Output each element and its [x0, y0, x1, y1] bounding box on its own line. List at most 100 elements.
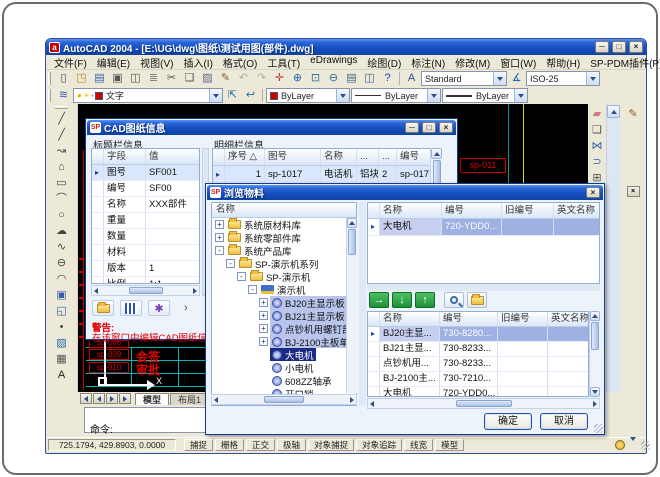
menu-item-标注(N)[interactable]: 标注(N): [406, 55, 450, 70]
column-header-...[interactable]: ...: [379, 149, 397, 165]
column-header-marker[interactable]: [368, 312, 380, 326]
table-row[interactable]: 版本1: [92, 261, 199, 277]
cad-info-dialog-titlebar[interactable]: SP CAD图纸信息 ─ □ ×: [87, 120, 456, 135]
layout-tab-模型[interactable]: 模型: [135, 393, 169, 405]
tab-first-button[interactable]: [80, 393, 92, 404]
save-button[interactable]: ▤: [91, 71, 108, 86]
expand-toggle-icon[interactable]: +: [259, 311, 268, 320]
dim-combo-dropdown-button[interactable]: [586, 72, 599, 85]
lineweight-combo[interactable]: ByLayer: [442, 88, 528, 103]
point-button[interactable]: •: [53, 320, 71, 336]
column-header-marker[interactable]: [92, 149, 104, 164]
browse-dialog-titlebar[interactable]: SP 浏览物料 ×: [207, 185, 603, 200]
tree-item-SP-演示机[interactable]: -SP-演示机: [212, 270, 356, 283]
menu-item-SP-PDM插件(P)[interactable]: SP-PDM插件(P): [585, 55, 660, 70]
circle-button[interactable]: ○: [53, 208, 71, 224]
column-header-字段[interactable]: 字段: [104, 149, 146, 164]
status-toggle-对象追踪[interactable]: 对象追踪: [356, 439, 402, 451]
scroll-up-button[interactable]: [607, 105, 620, 118]
menu-item-eDrawings[interactable]: eDrawings: [305, 55, 362, 70]
menu-item-帮助(H)[interactable]: 帮助(H): [541, 55, 585, 70]
scroll-thumb[interactable]: [591, 322, 599, 350]
titleblock-fields-table[interactable]: 字段值▸图号SF001编号SF00名称XXX部件重量数量材料版本1比例1:1: [91, 148, 200, 284]
menu-item-文件(F)[interactable]: 文件(F): [49, 55, 92, 70]
menu-item-修改(M)[interactable]: 修改(M): [450, 55, 495, 70]
zoom-previous-button[interactable]: ⊖: [325, 71, 342, 86]
layout-tab-布局1[interactable]: 布局1: [170, 393, 209, 405]
polyline-button[interactable]: ↝: [53, 144, 71, 160]
table-row[interactable]: ▸1sp-1017电话机铝块2sp-017: [213, 166, 441, 184]
table-row[interactable]: ▸大电机720-YDD0...: [368, 219, 599, 236]
layer-combo[interactable]: ● ☀ ▪ 文字: [73, 88, 223, 103]
linetype-combo[interactable]: ByLayer: [351, 88, 441, 103]
column-header-名称[interactable]: 名称: [321, 149, 357, 165]
revision-cloud-button[interactable]: ☁: [53, 224, 71, 240]
menu-item-视图(V)[interactable]: 视图(V): [135, 55, 178, 70]
column-header-图号[interactable]: 图号: [265, 149, 321, 165]
horizontal-splitter[interactable]: [367, 284, 600, 291]
dialog-minimize-button[interactable]: ─: [405, 122, 419, 133]
toolbar-close-button[interactable]: ×: [627, 186, 640, 197]
scroll-up-button[interactable]: [590, 311, 600, 321]
column-header-序号 △[interactable]: 序号 △: [225, 149, 265, 165]
copy-object-button[interactable]: ❏: [588, 123, 606, 139]
erase-button[interactable]: ▰: [588, 107, 606, 123]
add-material-button[interactable]: →: [369, 292, 389, 308]
menu-item-格式(O)[interactable]: 格式(O): [218, 55, 262, 70]
pencil-icon[interactable]: ✎: [624, 107, 642, 123]
tree-item-系统零部件库[interactable]: +系统零部件库: [212, 231, 356, 244]
fields-hscrollbar[interactable]: [91, 285, 200, 296]
toolbar-grip[interactable]: [48, 72, 51, 85]
material-list-hscrollbar[interactable]: [367, 398, 600, 409]
copy-button[interactable]: ❏: [181, 71, 198, 86]
zoom-window-button[interactable]: ⊡: [307, 71, 324, 86]
move-down-button[interactable]: ↓: [392, 292, 412, 308]
search-button[interactable]: [444, 292, 464, 308]
table-row[interactable]: 材料: [92, 245, 199, 261]
layer-previous-icon[interactable]: ↩: [242, 88, 259, 103]
make-block-button[interactable]: ◱: [53, 304, 71, 320]
expand-toggle-icon[interactable]: +: [259, 324, 268, 333]
scroll-thumb[interactable]: [456, 400, 512, 407]
insert-block-button[interactable]: ▣: [53, 288, 71, 304]
tree-item-BJ-2100主板单点[interactable]: +BJ-2100主板单点: [212, 335, 356, 348]
style-combo-dropdown-button[interactable]: [493, 72, 506, 85]
status-toggle-正交[interactable]: 正交: [246, 439, 275, 451]
dim-style-combo[interactable]: ISO-25: [526, 71, 600, 86]
table-row[interactable]: ▸BJ20主显...730-8280...: [368, 327, 588, 342]
tree-item-SP-演示机系列[interactable]: -SP-演示机系列: [212, 257, 356, 270]
expand-toggle-icon[interactable]: -: [248, 285, 257, 294]
title-bar[interactable]: a AutoCAD 2004 - [E:\UG\dwg\图纸\测试用图(部件).…: [46, 39, 646, 55]
scroll-thumb[interactable]: [264, 396, 304, 403]
menu-item-工具(T)[interactable]: 工具(T): [262, 55, 305, 70]
scroll-up-button[interactable]: [347, 218, 357, 228]
toolbar-grip[interactable]: [55, 106, 68, 109]
status-menu-arrow-icon[interactable]: [630, 441, 636, 459]
open-record-button[interactable]: [467, 292, 487, 308]
canvas-vertical-scrollbar[interactable]: [606, 104, 620, 392]
zoom-realtime-button[interactable]: ⊕: [289, 71, 306, 86]
help-button[interactable]: ?: [379, 71, 396, 86]
status-toggle-极轴[interactable]: 极轴: [277, 439, 306, 451]
mirror-button[interactable]: ⋈: [588, 139, 606, 155]
column-header-名称[interactable]: 名称: [380, 203, 442, 218]
column-header-marker[interactable]: [368, 203, 380, 218]
ok-button[interactable]: 确定: [484, 413, 532, 430]
dialog-close-button[interactable]: ×: [586, 187, 600, 198]
expand-toggle-icon[interactable]: -: [215, 246, 224, 255]
multiline-text-button[interactable]: A: [53, 368, 71, 384]
column-header-编号[interactable]: 编号: [440, 312, 498, 326]
arc-button[interactable]: ⌒: [53, 192, 71, 208]
more-tools-button[interactable]: ›: [184, 302, 188, 314]
window-resize-grip[interactable]: [641, 441, 650, 450]
maximize-button[interactable]: □: [612, 41, 626, 53]
match-properties-button[interactable]: ✎: [217, 71, 234, 86]
tree-item-系统原材料库[interactable]: +系统原材料库: [212, 218, 356, 231]
status-toggle-栅格[interactable]: 栅格: [215, 439, 244, 451]
tree-item-608ZZ轴承[interactable]: 608ZZ轴承: [212, 374, 356, 387]
status-toggle-线宽[interactable]: 线宽: [404, 439, 433, 451]
tree-item-小电机[interactable]: 小电机: [212, 361, 356, 374]
scroll-thumb[interactable]: [129, 287, 163, 294]
rectangle-button[interactable]: ▭: [53, 176, 71, 192]
material-list-vscrollbar[interactable]: [589, 311, 600, 397]
